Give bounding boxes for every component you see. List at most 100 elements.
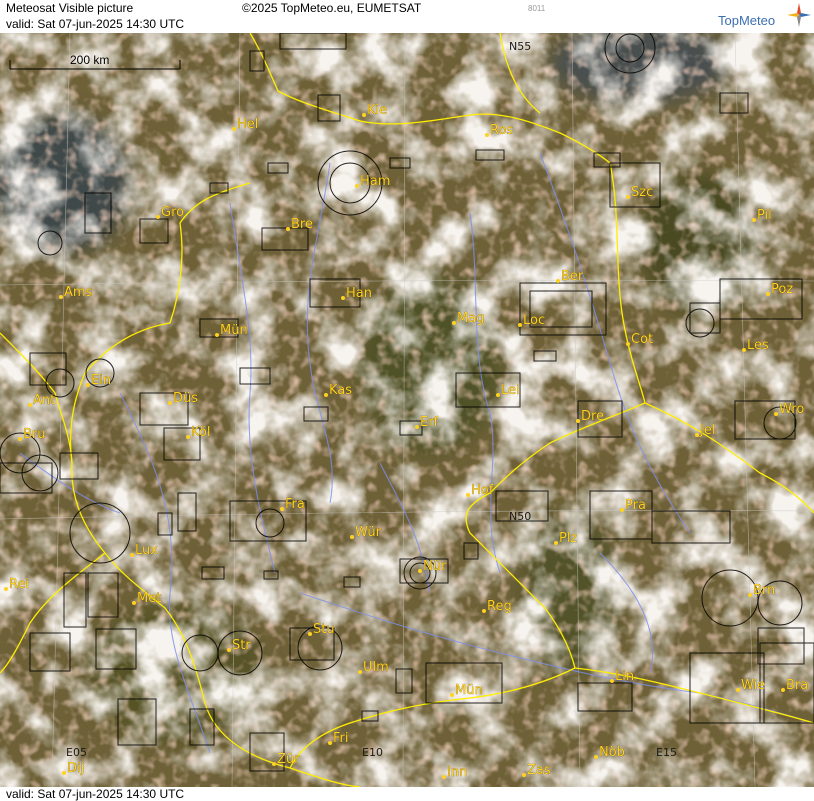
city-dot bbox=[132, 601, 136, 605]
city-label: Wro bbox=[779, 402, 804, 417]
city-dot bbox=[418, 569, 422, 573]
city-dot bbox=[18, 437, 22, 441]
city-dot bbox=[272, 762, 276, 766]
city-label: Loc bbox=[523, 313, 545, 328]
compass-star-icon bbox=[787, 3, 811, 27]
city-label: Str bbox=[232, 638, 251, 653]
terrain-layer bbox=[0, 33, 814, 787]
city-dot bbox=[766, 292, 770, 296]
city-dot bbox=[286, 227, 290, 231]
city-dot bbox=[610, 679, 614, 683]
city-dot bbox=[748, 593, 752, 597]
city-dot bbox=[450, 693, 454, 697]
city-label: Bru bbox=[23, 427, 46, 442]
city-dot bbox=[442, 775, 446, 779]
city-dot bbox=[28, 403, 32, 407]
header-bar: Meteosat Visible picture valid: Sat 07-j… bbox=[0, 0, 814, 33]
grid-label: E15 bbox=[656, 746, 677, 759]
city-label: Pra bbox=[625, 498, 646, 513]
city-label: Stu bbox=[313, 622, 335, 637]
city-label: Mün bbox=[220, 323, 248, 338]
city-label: Lei bbox=[501, 383, 520, 398]
city-label: Inn bbox=[447, 765, 467, 780]
city-dot bbox=[556, 279, 560, 283]
city-dot bbox=[518, 323, 522, 327]
city-dot bbox=[742, 348, 746, 352]
city-dot bbox=[781, 688, 785, 692]
city-label: Hof bbox=[471, 483, 494, 498]
city-label: Ros bbox=[490, 123, 513, 138]
city-label: Bra bbox=[786, 678, 808, 693]
brand-name[interactable]: TopMeteo bbox=[718, 13, 775, 28]
city-dot bbox=[4, 587, 8, 591]
city-label: Cot bbox=[631, 332, 653, 347]
scale-bar-label: 200 km bbox=[70, 53, 110, 67]
city-dot bbox=[341, 296, 345, 300]
city-dot bbox=[86, 383, 90, 387]
city-dot bbox=[227, 648, 231, 652]
city-dot bbox=[415, 425, 419, 429]
grid-label: E10 bbox=[362, 746, 383, 759]
city-label: Plz bbox=[559, 531, 577, 546]
city-label: Gro bbox=[161, 205, 184, 220]
city-label: Lux bbox=[135, 543, 158, 558]
city-dot bbox=[594, 755, 598, 759]
city-dot bbox=[62, 771, 66, 775]
city-dot bbox=[130, 553, 134, 557]
city-label: Bre bbox=[291, 217, 313, 232]
city-dot bbox=[350, 535, 354, 539]
city-label: Ein bbox=[91, 373, 111, 388]
product-title: Meteosat Visible picture bbox=[6, 1, 134, 15]
city-dot bbox=[215, 333, 219, 337]
copyright-notice: ©2025 TopMeteo.eu, EUMETSAT bbox=[242, 1, 422, 15]
city-dot bbox=[186, 435, 190, 439]
satellite-map[interactable]: N55 N50 E05 E10 E15 Hel Kie Ros Ham Szc Gro Br… bbox=[0, 33, 814, 787]
city-dot bbox=[554, 541, 558, 545]
city-label: Han bbox=[346, 286, 372, 301]
city-label: Fri bbox=[333, 731, 349, 746]
city-dot bbox=[328, 741, 332, 745]
city-label: Dij bbox=[67, 761, 84, 776]
city-label: Met bbox=[137, 591, 161, 606]
city-label: Wür bbox=[355, 525, 382, 540]
city-label: Zür bbox=[277, 752, 300, 767]
city-label: Lin bbox=[615, 669, 634, 684]
grid-label: N50 bbox=[509, 510, 531, 523]
city-label: Mün bbox=[455, 683, 483, 698]
city-dot bbox=[358, 670, 362, 674]
city-label: Brn bbox=[753, 583, 775, 598]
city-label: Hel bbox=[237, 117, 258, 132]
city-label: Pil bbox=[757, 208, 772, 223]
city-dot bbox=[355, 184, 359, 188]
image-code: 8011 bbox=[528, 4, 546, 13]
city-dot bbox=[452, 321, 456, 325]
city-dot bbox=[626, 195, 630, 199]
city-dot bbox=[59, 295, 63, 299]
city-label: Fra bbox=[285, 497, 305, 512]
city-dot bbox=[362, 113, 366, 117]
city-dot bbox=[695, 433, 699, 437]
city-label: Mag bbox=[457, 311, 484, 326]
city-label: Kas bbox=[329, 383, 352, 398]
city-label: Nür bbox=[423, 559, 447, 574]
city-dot bbox=[324, 393, 328, 397]
city-label: Ams bbox=[64, 285, 93, 300]
city-label: Nöb bbox=[599, 745, 625, 760]
city-label: Düs bbox=[173, 391, 198, 406]
city-label: Ulm bbox=[363, 660, 389, 675]
city-dot bbox=[496, 393, 500, 397]
valid-time: valid: Sat 07-jun-2025 14:30 UTC bbox=[6, 17, 185, 31]
city-dot bbox=[774, 412, 778, 416]
city-dot bbox=[280, 507, 284, 511]
city-label: Köl bbox=[191, 425, 210, 440]
grid-label: N55 bbox=[509, 40, 531, 53]
footer-bar: valid: Sat 07-jun-2025 14:30 UTC bbox=[0, 787, 814, 801]
city-dot bbox=[156, 215, 160, 219]
city-label: Reg bbox=[487, 599, 512, 614]
city-dot bbox=[308, 632, 312, 636]
footer-valid-time: valid: Sat 07-jun-2025 14:30 UTC bbox=[6, 787, 185, 801]
city-label: Rei bbox=[9, 577, 29, 592]
city-label: Jel bbox=[699, 423, 715, 438]
city-label: Ant bbox=[33, 393, 55, 408]
city-dot bbox=[168, 401, 172, 405]
